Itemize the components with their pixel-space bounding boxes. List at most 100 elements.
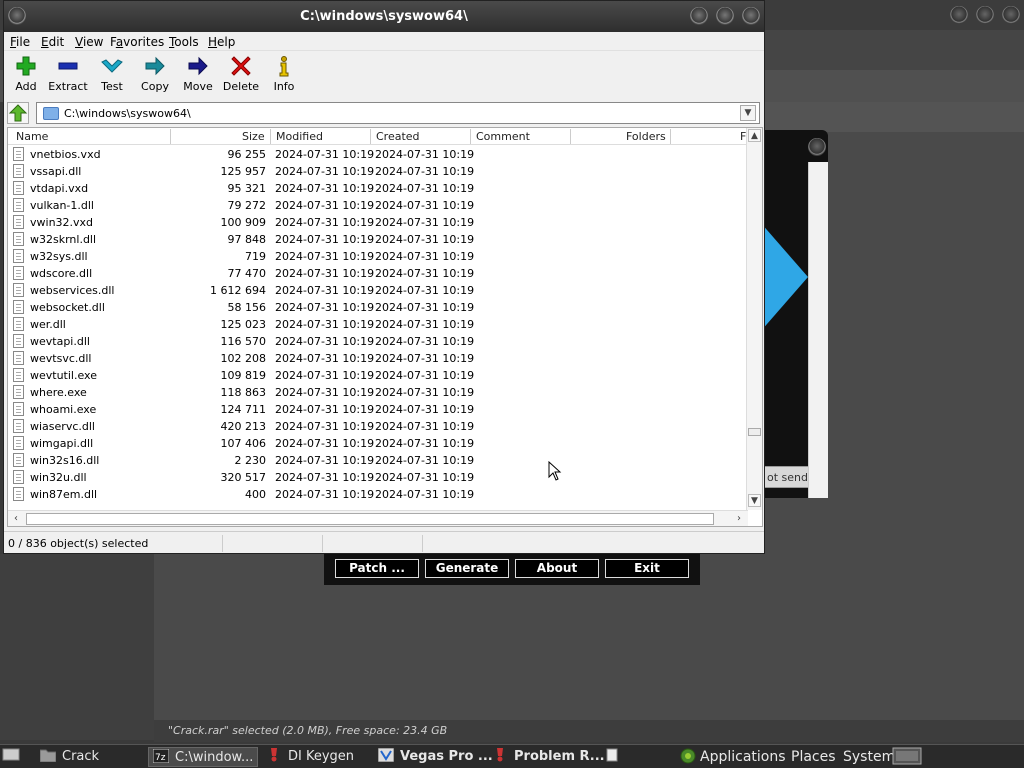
table-row[interactable]: vulkan-1.dll 79 272 2024-07-31 10:19 2024-0… [8, 197, 748, 214]
menu-help[interactable]: Help [208, 35, 235, 49]
file-created: 2024-07-31 10:19 [375, 335, 475, 348]
task-7zip[interactable]: 7z C:\window... [148, 747, 258, 767]
info-button[interactable]: Info [262, 55, 306, 97]
exit-button[interactable]: Exit [605, 559, 689, 578]
file-icon [13, 215, 24, 229]
file-name: win87em.dll [30, 488, 98, 501]
table-row[interactable]: win32u.dll 320 517 2024-07-31 10:19 2024-07… [8, 469, 748, 486]
file-icon [13, 232, 24, 246]
scroll-thumb[interactable] [748, 428, 761, 436]
column-folders[interactable]: Folders [626, 130, 666, 143]
folder-icon [40, 749, 56, 762]
maximize-icon[interactable] [716, 7, 734, 25]
task-window[interactable] [604, 747, 624, 767]
table-row[interactable]: wdscore.dll 77 470 2024-07-31 10:19 2024-07… [8, 265, 748, 282]
table-row[interactable]: w32skrnl.dll 97 848 2024-07-31 10:19 2024-0… [8, 231, 748, 248]
vertical-scrollbar[interactable]: ▲ ▼ [746, 128, 762, 510]
generate-button[interactable]: Generate [425, 559, 509, 578]
table-row[interactable]: vnetbios.vxd 96 255 2024-07-31 10:19 2024-0… [8, 146, 748, 163]
column-created[interactable]: Created [376, 130, 420, 143]
file-modified: 2024-07-31 10:19 [275, 165, 375, 178]
table-row[interactable]: vtdapi.vxd 95 321 2024-07-31 10:19 2024-07-… [8, 180, 748, 197]
table-row[interactable]: whoami.exe 124 711 2024-07-31 10:19 2024-07… [8, 401, 748, 418]
scroll-left-icon[interactable]: ‹ [9, 512, 23, 526]
column-divider[interactable] [470, 129, 471, 144]
show-desktop-button[interactable] [2, 747, 22, 767]
table-row[interactable]: wimgapi.dll 107 406 2024-07-31 10:19 2024-0… [8, 435, 748, 452]
menu-favorites[interactable]: Favorites [110, 35, 164, 49]
delete-button[interactable]: Delete [219, 55, 263, 97]
vegas-icon [378, 748, 394, 762]
table-row[interactable]: websocket.dll 58 156 2024-07-31 10:19 2024-… [8, 299, 748, 316]
add-button[interactable]: Add [4, 55, 48, 97]
column-size[interactable]: Size [242, 130, 265, 143]
column-divider[interactable] [370, 129, 371, 144]
task-vegas[interactable]: Vegas Pro ... [378, 747, 493, 767]
window-icon [606, 748, 618, 762]
extract-button[interactable]: Extract [46, 55, 90, 97]
list-header: Name Size Modified Created Comment Folde… [8, 128, 749, 145]
status-date [423, 535, 523, 552]
file-created: 2024-07-31 10:19 [375, 369, 475, 382]
copy-button[interactable]: Copy [133, 55, 177, 97]
column-modified[interactable]: Modified [276, 130, 323, 143]
column-name[interactable]: Name [16, 130, 48, 143]
column-divider[interactable] [170, 129, 171, 144]
menu-file[interactable]: File [10, 35, 30, 49]
about-button[interactable]: About [515, 559, 599, 578]
scroll-down-icon[interactable]: ▼ [748, 494, 761, 507]
scroll-up-icon[interactable]: ▲ [748, 129, 761, 142]
move-button[interactable]: Move [176, 55, 220, 97]
column-divider[interactable] [670, 129, 671, 144]
table-row[interactable]: vssapi.dll 125 957 2024-07-31 10:19 2024-07… [8, 163, 748, 180]
task-problem-report[interactable]: Problem R... [492, 747, 605, 767]
task-keygen[interactable]: DI Keygen [266, 747, 370, 767]
up-arrow-icon [8, 104, 28, 122]
file-name: wevtutil.exe [30, 369, 97, 382]
monitor-icon[interactable] [892, 747, 924, 767]
table-row[interactable]: wevtsvc.dll 102 208 2024-07-31 10:19 2024-0… [8, 350, 748, 367]
test-button[interactable]: Test [90, 55, 134, 97]
table-row[interactable]: w32sys.dll 719 2024-07-31 10:19 2024-07-31 … [8, 248, 748, 265]
address-field[interactable]: C:\windows\syswow64\ ▼ [36, 102, 760, 124]
keygen-close-icon[interactable] [808, 138, 826, 156]
maximize-icon[interactable] [976, 6, 994, 24]
file-size: 79 272 [227, 199, 267, 212]
system-menu[interactable]: System [843, 747, 895, 767]
table-row[interactable]: wevtapi.dll 116 570 2024-07-31 10:19 2024-0… [8, 333, 748, 350]
titlebar[interactable]: C:\windows\syswow64\ [4, 1, 764, 32]
close-icon[interactable] [1002, 6, 1020, 24]
task-crack[interactable]: Crack [38, 747, 146, 767]
file-size: 1 612 694 [210, 284, 266, 297]
table-row[interactable]: webservices.dll 1 612 694 2024-07-31 10:19… [8, 282, 748, 299]
table-row[interactable]: vwin32.vxd 100 909 2024-07-31 10:19 2024-07… [8, 214, 748, 231]
close-icon[interactable] [742, 7, 760, 25]
column-comment[interactable]: Comment [476, 130, 530, 143]
minimize-icon[interactable] [950, 6, 968, 24]
table-row[interactable]: win87em.dll 400 2024-07-31 10:19 2024-07-31… [8, 486, 748, 503]
places-menu[interactable]: Places [791, 747, 836, 767]
table-row[interactable]: wiaservc.dll 420 213 2024-07-31 10:19 2024-… [8, 418, 748, 435]
column-divider[interactable] [270, 129, 271, 144]
chevron-down-icon[interactable]: ▼ [740, 105, 756, 121]
table-row[interactable]: wer.dll 125 023 2024-07-31 10:19 2024-07-31… [8, 316, 748, 333]
file-created: 2024-07-31 10:19 [375, 318, 475, 331]
background-window-status: "Crack.rar" selected (2.0 MB), Free spac… [154, 720, 1024, 742]
table-row[interactable]: where.exe 118 863 2024-07-31 10:19 2024-07-… [8, 384, 748, 401]
toolbar: Add Extract Test Copy Move Delete Info [4, 51, 764, 99]
scroll-thumb[interactable] [26, 513, 714, 525]
applications-menu[interactable]: Applications [680, 747, 786, 767]
scroll-right-icon[interactable]: › [732, 512, 746, 526]
patch-button[interactable]: Patch ... [335, 559, 419, 578]
file-modified: 2024-07-31 10:19 [275, 250, 375, 263]
menu-tools[interactable]: Tools [169, 35, 199, 49]
minimize-icon[interactable] [690, 7, 708, 25]
menu-view[interactable]: View [75, 35, 103, 49]
up-folder-button[interactable] [7, 102, 29, 124]
file-name: websocket.dll [30, 301, 105, 314]
menu-edit[interactable]: Edit [41, 35, 64, 49]
table-row[interactable]: wevtutil.exe 109 819 2024-07-31 10:19 2024-… [8, 367, 748, 384]
table-row[interactable]: win32s16.dll 2 230 2024-07-31 10:19 2024-07… [8, 452, 748, 469]
horizontal-scrollbar[interactable]: ‹ › [8, 510, 748, 526]
column-divider[interactable] [570, 129, 571, 144]
